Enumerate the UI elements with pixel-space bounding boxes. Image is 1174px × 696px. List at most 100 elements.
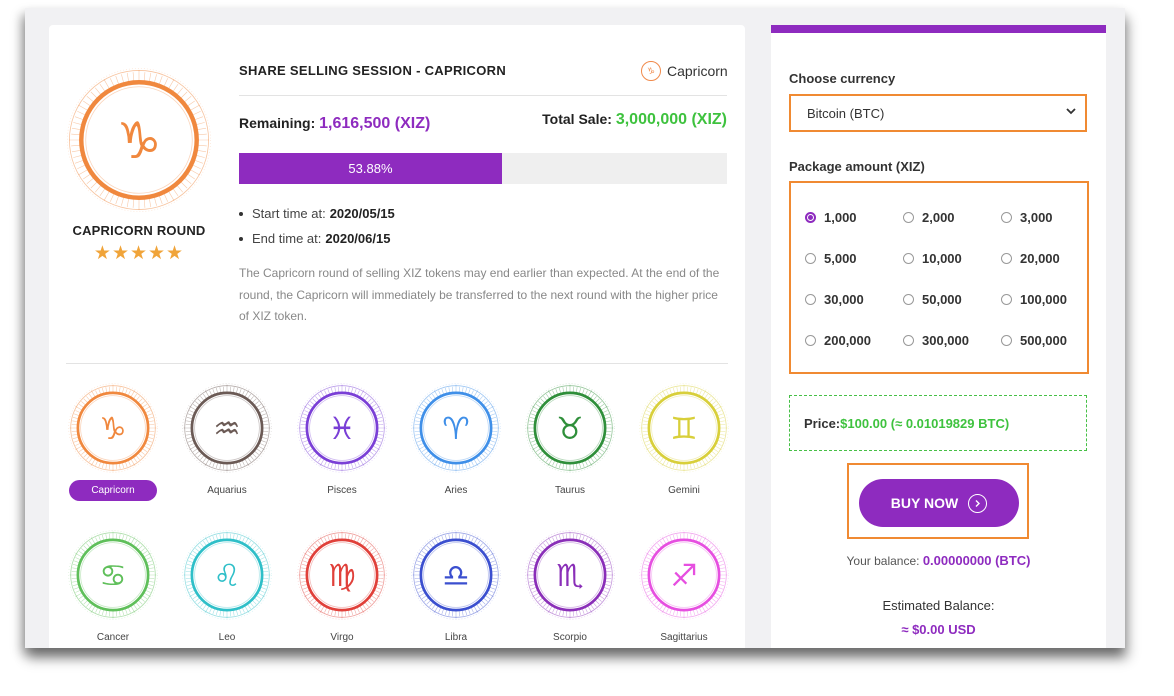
buy-now-label: BUY NOW <box>890 495 959 511</box>
bullet-icon <box>239 236 243 241</box>
remaining: Remaining: 1,616,500 (XIZ) <box>239 115 430 133</box>
package-option[interactable]: 10,000 <box>903 251 962 266</box>
capricorn-chip-icon: ♑ <box>641 61 661 81</box>
sign-tile-cancer[interactable]: ♋ Cancer <box>63 530 163 643</box>
sagittarius-icon: ♐ <box>639 530 729 620</box>
aries-icon: ♈ <box>411 383 501 473</box>
package-option[interactable]: 3,000 <box>1001 210 1053 225</box>
gemini-icon: ♊ <box>639 383 729 473</box>
radio-button[interactable] <box>903 212 914 223</box>
package-option-label: 20,000 <box>1020 251 1060 266</box>
cancer-glyph: ♋ <box>99 559 126 594</box>
package-option[interactable]: 100,000 <box>1001 292 1067 307</box>
package-option[interactable]: 300,000 <box>903 333 969 348</box>
start-time-label: Start time at: <box>252 206 326 221</box>
app-frame: ♑ CAPRICORN ROUND ★★★★★ SHARE SELLING SE… <box>25 8 1125 648</box>
session-card: ♑ CAPRICORN ROUND ★★★★★ SHARE SELLING SE… <box>49 25 745 648</box>
package-option-label: 300,000 <box>922 333 969 348</box>
total-sale-value: 3,000,000 (XIZ) <box>615 111 727 128</box>
package-option-label: 5,000 <box>824 251 857 266</box>
radio-button[interactable] <box>805 335 816 346</box>
end-time: End time at: 2020/06/15 <box>239 226 395 251</box>
sign-name: Sagittarius <box>660 632 708 643</box>
divider <box>66 363 728 364</box>
rating-stars: ★★★★★ <box>93 243 185 264</box>
sign-tile-pisces[interactable]: ♓ Pisces <box>292 383 392 496</box>
virgo-icon: ♍ <box>297 530 387 620</box>
capricorn-hero-icon: ♑ <box>67 68 211 212</box>
arrow-right-circle-icon <box>968 493 988 513</box>
radio-button[interactable] <box>805 294 816 305</box>
session-title: SHARE SELLING SESSION - CAPRICORN <box>239 63 507 78</box>
radio-button[interactable] <box>903 335 914 346</box>
radio-button[interactable] <box>1001 294 1012 305</box>
virgo-glyph: ♍ <box>328 559 355 594</box>
sign-tile-sagittarius[interactable]: ♐ Sagittarius <box>634 530 734 643</box>
sign-tile-leo[interactable]: ♌ Leo <box>177 530 277 643</box>
scorpio-icon: ♏ <box>525 530 615 620</box>
sign-tile-taurus[interactable]: ♉ Taurus <box>520 383 620 496</box>
package-option[interactable]: 5,000 <box>805 251 857 266</box>
price-label: Price: <box>804 415 841 431</box>
radio-button[interactable] <box>805 212 816 223</box>
remaining-value: 1,616,500 (XIZ) <box>319 115 431 132</box>
package-option[interactable]: 200,000 <box>805 333 871 348</box>
package-option[interactable]: 20,000 <box>1001 251 1060 266</box>
sign-tile-scorpio[interactable]: ♏ Scorpio <box>520 530 620 643</box>
start-time: Start time at: 2020/05/15 <box>239 201 395 226</box>
package-option[interactable]: 50,000 <box>903 292 962 307</box>
sign-tile-libra[interactable]: ♎ Libra <box>406 530 506 643</box>
round-name: CAPRICORN ROUND <box>72 223 206 238</box>
sign-tile-aries[interactable]: ♈ Aries <box>406 383 506 496</box>
sign-name: Capricorn <box>69 480 157 501</box>
package-options: 1,000 2,000 3,000 5,000 10,000 20,000 30,000 50… <box>789 181 1089 374</box>
pisces-icon: ♓ <box>297 383 387 473</box>
buy-now-button[interactable]: BUY NOW <box>859 479 1019 527</box>
package-option-label: 500,000 <box>1020 333 1067 348</box>
sign-tile-aquarius[interactable]: ♒ Aquarius <box>177 383 277 496</box>
radio-button[interactable] <box>903 253 914 264</box>
currency-selected-value: Bitcoin (BTC) <box>807 105 885 121</box>
capricorn-glyph: ♑ <box>99 412 126 447</box>
sign-name: Libra <box>444 632 468 643</box>
package-option[interactable]: 1,000 <box>805 210 857 225</box>
remaining-label: Remaining: <box>239 115 316 131</box>
currency-select[interactable]: Bitcoin (BTC) <box>789 94 1087 132</box>
aries-glyph: ♈ <box>442 412 469 447</box>
radio-button[interactable] <box>903 294 914 305</box>
sign-tile-virgo[interactable]: ♍ Virgo <box>292 530 392 643</box>
package-option[interactable]: 30,000 <box>805 292 864 307</box>
gemini-glyph: ♊ <box>670 412 697 447</box>
radio-button[interactable] <box>1001 253 1012 264</box>
sale-progress-fill: 53.88% <box>239 153 502 184</box>
sign-name: Pisces <box>327 485 357 496</box>
taurus-icon: ♉ <box>525 383 615 473</box>
scorpio-glyph: ♏ <box>556 559 583 594</box>
package-option-label: 50,000 <box>922 292 962 307</box>
total-sale-label: Total Sale: <box>542 111 612 127</box>
capricorn-icon: ♑ <box>68 383 158 473</box>
radio-button[interactable] <box>1001 212 1012 223</box>
panel-accent-bar <box>771 25 1106 33</box>
package-option-label: 1,000 <box>824 210 857 225</box>
sign-tile-capricorn[interactable]: ♑ Capricorn <box>63 383 163 501</box>
package-option-label: 100,000 <box>1020 292 1067 307</box>
pisces-glyph: ♓ <box>328 412 355 447</box>
balance-value: 0.00000000 (BTC) <box>922 553 1031 568</box>
purchase-panel: Choose currency Bitcoin (BTC) Package am… <box>771 25 1106 648</box>
package-option[interactable]: 500,000 <box>1001 333 1067 348</box>
radio-button[interactable] <box>805 253 816 264</box>
sign-tile-gemini[interactable]: ♊ Gemini <box>634 383 734 496</box>
radio-button[interactable] <box>1001 335 1012 346</box>
price-value: $100.00 (≈ 0.01019829 BTC) <box>840 415 1010 431</box>
bullet-icon <box>239 211 243 216</box>
taurus-glyph: ♉ <box>556 412 583 447</box>
package-option[interactable]: 2,000 <box>903 210 955 225</box>
leo-icon: ♌ <box>182 530 272 620</box>
estimated-balance-value: ≈ $0.00 USD <box>901 622 976 637</box>
end-time-value: 2020/06/15 <box>325 231 391 246</box>
hero-glyph: ♑ <box>116 111 161 170</box>
sign-name: Taurus <box>554 485 585 496</box>
estimated-balance-label: Estimated Balance: <box>882 598 995 613</box>
chevron-down-icon <box>1065 105 1077 120</box>
